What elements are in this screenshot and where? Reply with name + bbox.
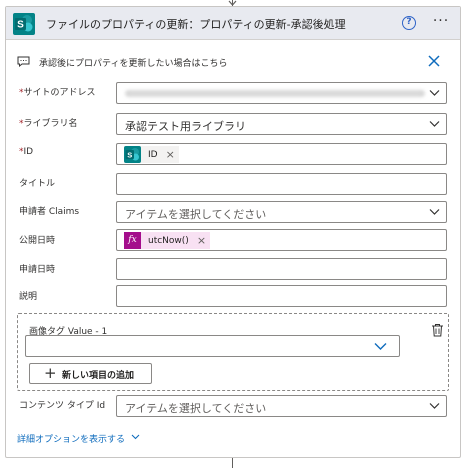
title-input[interactable] <box>116 173 447 195</box>
card-title: ファイルのプロパティの更新：プロパティの更新-承認後処理 <box>46 18 346 31</box>
card-header[interactable]: S ファイルのプロパティの更新：プロパティの更新-承認後処理 ? ··· <box>6 7 460 40</box>
request-date-label: 申請日時 <box>19 265 56 275</box>
add-new-item-label: 新しい項目の追加 <box>62 371 135 381</box>
description-input[interactable] <box>116 285 447 307</box>
trash-icon[interactable] <box>431 323 444 337</box>
utcnow-token[interactable]: fx utcNow() × <box>124 232 211 249</box>
svg-text:S: S <box>17 20 24 31</box>
image-tag-dropdown[interactable] <box>25 335 400 357</box>
site-address-label: *サイトのアドレス <box>19 88 96 98</box>
request-date-input[interactable] <box>116 258 447 280</box>
claims-placeholder: アイテムを選択してください <box>125 208 267 221</box>
chevron-down-icon[interactable] <box>131 434 140 440</box>
id-field[interactable]: S ID × <box>116 143 447 165</box>
description-label: 説明 <box>19 292 38 302</box>
sharepoint-icon: S <box>13 13 35 35</box>
publish-date-label: 公開日時 <box>19 236 56 246</box>
add-new-item-button[interactable]: + 新しい項目の追加 <box>29 363 152 384</box>
close-icon[interactable] <box>427 54 441 68</box>
title-label: タイトル <box>19 179 56 189</box>
sharepoint-icon: S <box>124 146 141 163</box>
comment-text: 承認後にプロパティを更新したい場合はこちら <box>39 59 228 69</box>
chevron-down-icon <box>374 343 387 350</box>
content-type-placeholder: アイテムを選択してください <box>125 402 267 415</box>
publish-date-field[interactable]: fx utcNow() × <box>116 229 447 251</box>
content-type-dropdown[interactable]: アイテムを選択してください <box>116 395 447 417</box>
more-options-icon[interactable]: ··· <box>430 13 452 29</box>
fx-icon: fx <box>124 232 141 249</box>
id-label: *ID <box>19 147 34 157</box>
plus-icon: + <box>44 364 57 382</box>
show-advanced-options-link[interactable]: 詳細オプションを表示する <box>17 432 125 445</box>
chevron-down-icon <box>429 121 440 127</box>
id-token[interactable]: S ID × <box>124 146 179 163</box>
help-icon[interactable]: ? <box>402 16 416 30</box>
library-name-dropdown[interactable]: 承認テスト用ライブラリ <box>116 113 447 135</box>
utcnow-token-label: utcNow() <box>148 235 189 246</box>
library-name-value: 承認テスト用ライブラリ <box>125 120 246 133</box>
chevron-down-icon <box>429 403 440 409</box>
comment-row[interactable]: 承認後にプロパティを更新したい場合はこちら <box>6 54 460 72</box>
svg-text:S: S <box>127 151 132 160</box>
remove-token-icon[interactable]: × <box>166 149 175 160</box>
flow-connector-bottom <box>232 458 233 468</box>
chevron-down-icon <box>429 90 440 96</box>
chevron-down-icon <box>429 209 440 215</box>
library-name-label: *ライブラリ名 <box>19 119 78 129</box>
content-type-label: コンテンツ タイプ Id <box>19 401 106 411</box>
remove-token-icon[interactable]: × <box>197 235 206 246</box>
claims-dropdown[interactable]: アイテムを選択してください <box>116 201 447 223</box>
action-card: S ファイルのプロパティの更新：プロパティの更新-承認後処理 ? ··· 承認後… <box>5 6 461 458</box>
claims-label: 申請者 Claims <box>19 207 80 217</box>
comment-icon <box>17 56 30 67</box>
site-address-dropdown[interactable] <box>116 82 447 104</box>
image-tag-array: 画像タグ Value - 1 + 新しい項目の追加 <box>17 313 449 391</box>
site-address-value-redacted <box>125 90 425 97</box>
id-token-label: ID <box>148 149 158 160</box>
